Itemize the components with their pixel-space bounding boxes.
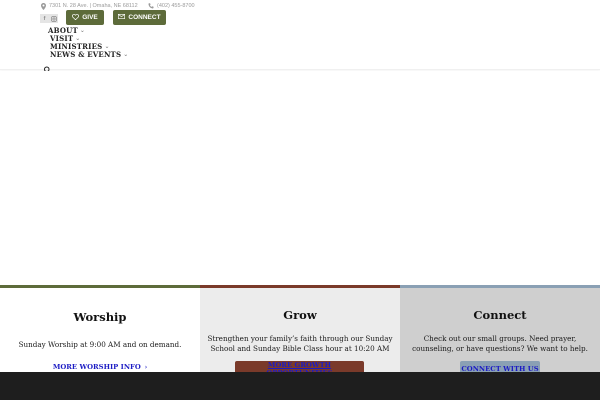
main-nav: ABOUT ⌄ VISIT ⌄ MINISTRIES ⌄ NEWS & EVEN… xyxy=(0,26,600,74)
chevron-down-icon: ⌄ xyxy=(75,35,81,42)
link-label: MORE WORSHIP INFO xyxy=(52,363,141,371)
chevron-down-icon: ⌄ xyxy=(104,43,110,50)
chevron-down-icon: ⌄ xyxy=(79,27,86,34)
address: 7301 N. 28 Ave. | Omaha, NE 68112 xyxy=(41,2,138,10)
connect-label: CONNECT xyxy=(128,14,161,21)
nav-item-label: NEWS & EVENTS xyxy=(50,50,122,59)
give-label: GIVE xyxy=(82,14,98,21)
phone[interactable]: (402) 455-8700 xyxy=(148,2,195,10)
card-title: Connect xyxy=(473,308,527,322)
hero-area xyxy=(0,71,600,285)
facebook-icon[interactable]: f xyxy=(40,14,49,23)
card-text: Check out our small groups. Need prayer,… xyxy=(412,334,588,353)
more-worship-info-link[interactable]: MORE WORSHIP INFO › xyxy=(0,363,200,371)
worship-card: Worship Sunday Worship at 9:00 AM and on… xyxy=(0,285,200,372)
give-button[interactable]: GIVE xyxy=(66,10,104,25)
card-text: Sunday Worship at 9:00 AM and on demand. xyxy=(18,340,182,349)
card-title: Grow xyxy=(283,308,317,322)
connect-with-us-button[interactable]: CONNECT WITH US xyxy=(460,361,540,372)
connect-card: Connect Check out our small groups. Need… xyxy=(400,285,600,372)
more-growth-opportunities-button[interactable]: MORE GROWTH OPPORTUNITIES xyxy=(235,361,364,372)
top-bar: 7301 N. 28 Ave. | Omaha, NE 68112 (402) … xyxy=(0,0,600,26)
heart-icon xyxy=(72,13,80,22)
chevron-down-icon: ⌄ xyxy=(123,51,129,58)
phone-icon xyxy=(148,3,154,9)
nav-item-news-events[interactable]: NEWS & EVENTS ⌄ xyxy=(50,50,128,59)
location-icon xyxy=(41,2,46,10)
address-text: 7301 N. 28 Ave. | Omaha, NE 68112 xyxy=(49,3,138,9)
card-title: Worship xyxy=(73,310,127,324)
search-icon[interactable] xyxy=(42,59,50,74)
instagram-icon[interactable] xyxy=(49,14,58,23)
phone-text: (402) 455-8700 xyxy=(157,3,195,9)
card-text: Strengthen your family’s faith through o… xyxy=(207,334,393,353)
connect-button[interactable]: CONNECT xyxy=(113,10,166,25)
chevron-right-icon: › xyxy=(144,363,148,371)
feature-cards: Worship Sunday Worship at 9:00 AM and on… xyxy=(0,285,600,372)
envelope-icon xyxy=(118,14,126,21)
footer-bar xyxy=(0,372,600,400)
grow-card: Grow Strengthen your family’s faith thro… xyxy=(200,285,400,372)
